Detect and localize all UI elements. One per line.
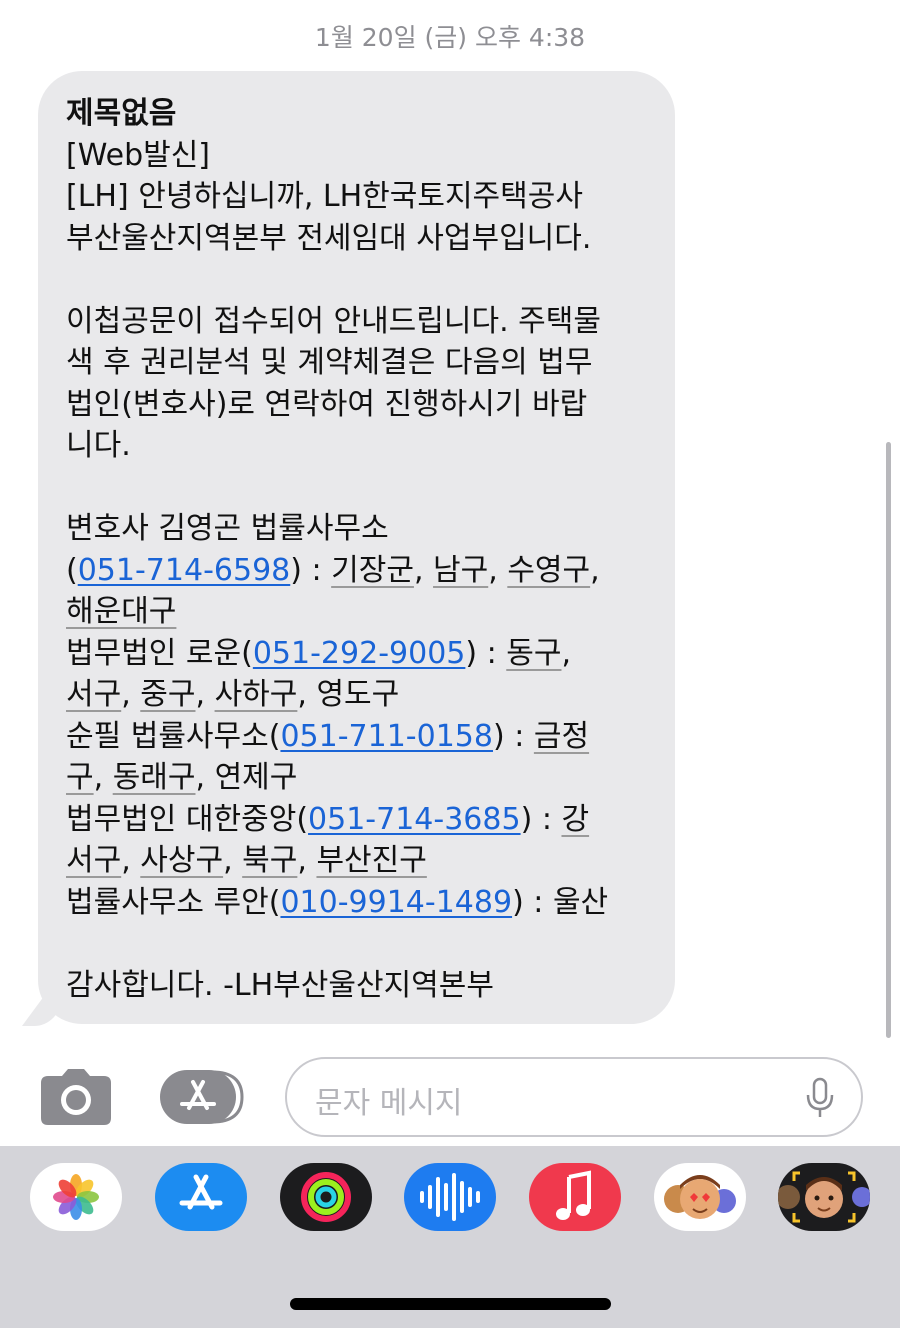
message-subject: 제목없음 — [66, 96, 177, 131]
message-line: 서구, 사상구, 북구, 부산진구 — [66, 840, 655, 882]
area-link[interactable]: 강 — [561, 802, 589, 837]
area-link[interactable]: 사하구 — [215, 677, 298, 712]
phone-link[interactable]: 051-714-3685 — [308, 802, 521, 837]
area-link[interactable]: 기장군 — [331, 553, 414, 588]
app-store-app-icon[interactable] — [155, 1163, 247, 1231]
message-text: , — [297, 843, 317, 878]
message-input-placeholder: 문자 메시지 — [315, 1086, 463, 1121]
area-link[interactable]: 동래구 — [113, 760, 196, 795]
phone-link[interactable]: 051-292-9005 — [253, 636, 466, 671]
camera-button[interactable] — [40, 1068, 112, 1126]
message-text: [Web발신] — [66, 137, 211, 173]
message-text: , — [590, 552, 600, 588]
message-text: 이첩공문이 접수되어 안내드립니다. 주택물 — [66, 303, 601, 339]
message-text: ) : — [465, 635, 507, 671]
area-link[interactable]: 금정 — [534, 719, 589, 754]
message-line: 법무법인 로운(051-292-9005) : 동구, — [66, 633, 655, 675]
audio-message-app-icon[interactable] — [404, 1163, 496, 1231]
message-line — [66, 467, 655, 509]
area-link[interactable]: 사상구 — [140, 843, 223, 878]
message-line: [Web발신] — [66, 135, 655, 177]
message-line: 변호사 김영곤 법률사무소 — [66, 508, 655, 550]
area-link[interactable]: 해운대구 — [66, 594, 176, 629]
message-line: 감사합니다. -LH부산울산지역본부 — [66, 965, 655, 1007]
memoji-stickers-app-icon[interactable] — [654, 1163, 746, 1231]
microphone-icon[interactable] — [805, 1077, 835, 1119]
message-timestamp: 1월 20일 (금) 오후 4:38 — [314, 23, 586, 52]
message-input[interactable]: 문자 메시지 — [285, 1057, 863, 1137]
apps-button[interactable] — [160, 1068, 246, 1126]
area-link[interactable]: 동구 — [506, 636, 561, 671]
area-link[interactable]: 서구 — [66, 843, 121, 878]
phone-link[interactable]: 051-711-0158 — [280, 719, 493, 754]
message-text: 감사합니다. -LH부산울산지역본부 — [66, 967, 494, 1003]
message-text: , — [195, 677, 215, 712]
message-text: 부산울산지역본부 전세임대 사업부입니다. — [66, 220, 592, 256]
message-line: 법무법인 대한중앙(051-714-3685) : 강 — [66, 799, 655, 841]
area-link[interactable]: 수영구 — [507, 553, 590, 588]
message-text: 색 후 권리분석 및 계약체결은 다음의 법무 — [66, 345, 593, 380]
scrollbar[interactable] — [886, 442, 891, 1038]
memoji-app-icon[interactable] — [778, 1163, 870, 1231]
message-text: , — [223, 843, 243, 878]
message-text: ) : — [492, 718, 534, 754]
message-text: 순필 법률사무소( — [66, 718, 281, 754]
message-line: 제목없음 — [66, 93, 655, 135]
message-text: 변호사 김영곤 법률사무소 — [66, 511, 389, 546]
message-line: 법인(변호사)로 연락하여 진행하시기 바랍 — [66, 384, 655, 426]
area-link[interactable]: 서구 — [66, 677, 121, 712]
phone-link[interactable]: 051-714-6598 — [78, 553, 291, 588]
message-text: 법무법인 대한중앙( — [66, 801, 309, 837]
message-text: 법무법인 로운( — [66, 635, 253, 671]
message-text: , — [561, 635, 572, 671]
message-text: , — [121, 677, 141, 712]
message-text: ) : 울산 — [512, 884, 609, 920]
message-text: ) : — [290, 552, 332, 588]
message-line: [LH] 안녕하십니까, LH한국토지주택공사 — [66, 176, 655, 218]
message-line: 순필 법률사무소(051-711-0158) : 금정 — [66, 716, 655, 758]
message-line: 구, 동래구, 연제구 — [66, 757, 655, 799]
area-link[interactable]: 남구 — [433, 553, 488, 588]
message-text: , — [488, 552, 508, 588]
message-line: (051-714-6598) : 기장군, 남구, 수영구, — [66, 550, 655, 592]
app-store-apps-icon — [160, 1070, 244, 1124]
message-text: ( — [66, 552, 78, 588]
camera-icon — [41, 1069, 111, 1125]
message-line: 법률사무소 루안(010-9914-1489) : 울산 — [66, 882, 655, 924]
message-text: ) : — [520, 801, 562, 837]
message-line: 색 후 권리분석 및 계약체결은 다음의 법무 — [66, 342, 655, 384]
message-line — [66, 923, 655, 965]
message-line: 부산울산지역본부 전세임대 사업부입니다. — [66, 218, 655, 260]
home-indicator[interactable] — [290, 1298, 611, 1310]
message-line: 니다. — [66, 425, 655, 467]
message-line: 이첩공문이 접수되어 안내드립니다. 주택물 — [66, 301, 655, 343]
message-line: 해운대구 — [66, 591, 655, 633]
area-link[interactable]: 북구 — [242, 843, 297, 878]
photos-app-icon[interactable] — [30, 1163, 122, 1231]
message-text: , 연제구 — [195, 760, 298, 795]
message-text: 법인(변호사)로 연락하여 진행하시기 바랍 — [66, 386, 588, 422]
message-text: , — [413, 552, 434, 588]
music-app-icon[interactable] — [529, 1163, 621, 1231]
message-text: 니다. — [66, 428, 131, 463]
message-text: , 영도구 — [297, 677, 400, 712]
message-line: 서구, 중구, 사하구, 영도구 — [66, 674, 655, 716]
message-text: 법률사무소 루안( — [66, 884, 281, 920]
area-link[interactable]: 중구 — [140, 677, 195, 712]
activity-app-icon[interactable] — [280, 1163, 372, 1231]
area-link[interactable]: 부산진구 — [316, 843, 426, 878]
message-text: , — [121, 843, 141, 878]
message-line — [66, 259, 655, 301]
phone-link[interactable]: 010-9914-1489 — [280, 885, 512, 920]
message-bubble[interactable]: 제목없음 [Web발신] [LH] 안녕하십니까, LH한국토지주택공사부산울산지역… — [38, 71, 675, 1024]
area-link[interactable]: 구 — [66, 760, 94, 795]
message-text: , — [93, 760, 113, 795]
message-text: [LH] 안녕하십니까, LH한국토지주택공사 — [66, 179, 583, 214]
